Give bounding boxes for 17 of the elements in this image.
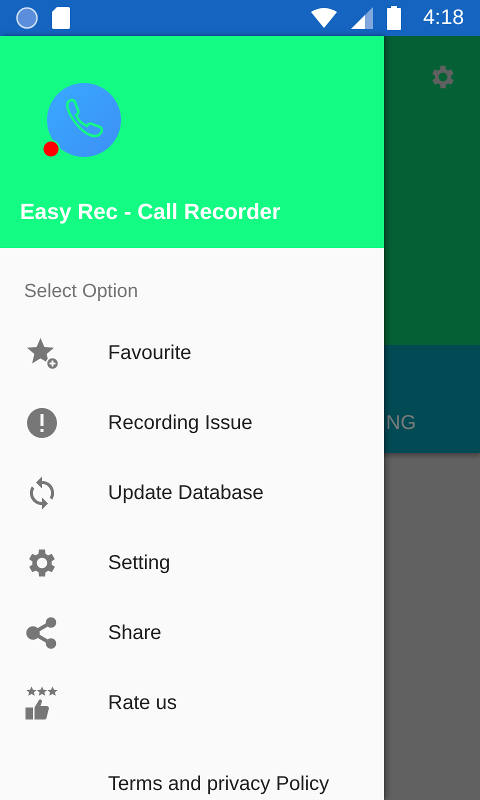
- sd-card-icon: [52, 7, 70, 29]
- menu-item[interactable]: Share: [108, 621, 162, 645]
- menu-item[interactable]: Setting: [108, 551, 170, 575]
- menu-item[interactable]: Recording Issue: [108, 411, 253, 435]
- sync-status-icon: [16, 7, 38, 29]
- menu-item[interactable]: Rate us: [108, 691, 177, 715]
- rate-icon: [24, 685, 60, 721]
- section-title: Select Option: [24, 280, 140, 304]
- menu-item[interactable]: Terms and privacy Policy: [108, 772, 330, 796]
- battery-icon: [387, 6, 402, 30]
- menu-item[interactable]: Update Database: [108, 481, 264, 505]
- clock: 4:18: [423, 6, 464, 30]
- signal-icon: [351, 7, 374, 29]
- wifi-icon: [311, 8, 338, 28]
- menu-item[interactable]: Favourite: [108, 341, 192, 365]
- app-title: Easy Rec - Call Recorder: [20, 198, 282, 226]
- alert-icon: [24, 405, 60, 441]
